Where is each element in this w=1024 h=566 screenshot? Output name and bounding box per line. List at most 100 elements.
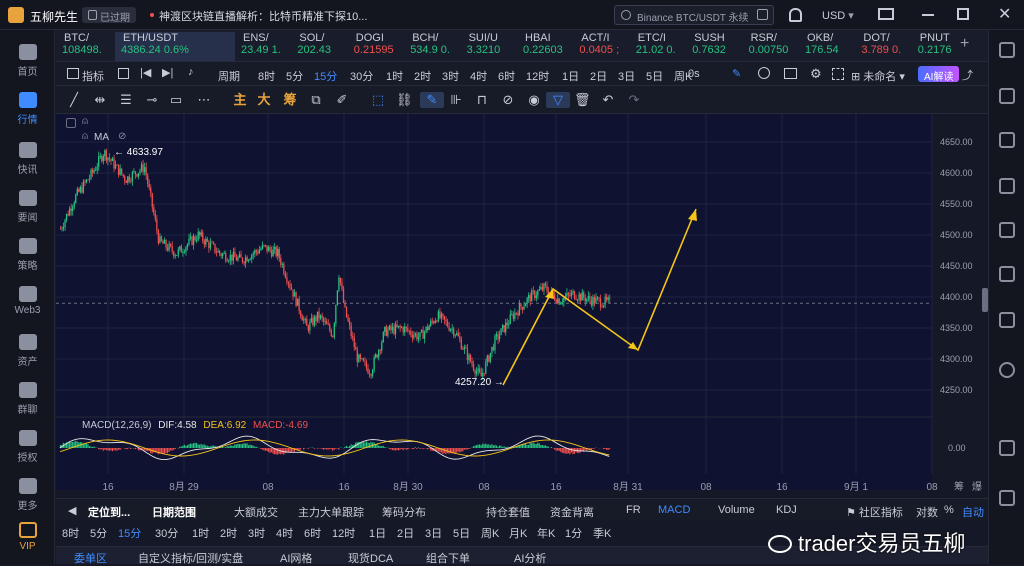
- percent-scale-toggle[interactable]: %: [944, 504, 954, 516]
- link-icon[interactable]: [999, 312, 1015, 328]
- big-orders-toggle[interactable]: 大: [256, 92, 272, 108]
- period-14[interactable]: 5日: [646, 68, 663, 84]
- period-7[interactable]: 3时: [442, 68, 459, 84]
- ma-label[interactable]: MA: [94, 132, 109, 143]
- timeframe-12[interactable]: 3日: [425, 525, 442, 541]
- period-1[interactable]: 8时: [258, 68, 275, 84]
- kline-chart[interactable]: 4650.004600.004550.004500.004450.004400.…: [56, 114, 988, 494]
- nav-item-0[interactable]: 首页: [0, 44, 55, 78]
- expired-badge[interactable]: 已过期: [82, 7, 136, 23]
- nav-item-9[interactable]: 更多: [0, 478, 55, 512]
- indicator-tab-7[interactable]: Volume: [718, 504, 755, 516]
- timeframe-7[interactable]: 4时: [276, 525, 293, 541]
- link-icon[interactable]: ⛓: [396, 92, 412, 108]
- timeframe-8[interactable]: 6时: [304, 525, 321, 541]
- cursor-icon[interactable]: ⬚: [370, 92, 386, 108]
- indicator-tab-3[interactable]: 持仓套值: [486, 504, 530, 520]
- edit-icon[interactable]: ✎: [732, 67, 741, 80]
- orderbook-icon[interactable]: [999, 88, 1015, 104]
- timeframe-0[interactable]: 8时: [62, 525, 79, 541]
- visibility-icon[interactable]: ⍝: [82, 116, 88, 127]
- filter-icon[interactable]: ▽: [546, 92, 570, 108]
- period-10[interactable]: 12时: [526, 68, 549, 84]
- ticker-1[interactable]: ETH/USDT4386.24 0.6%: [115, 32, 235, 61]
- alarm-icon[interactable]: [758, 67, 770, 79]
- timeframe-2[interactable]: 15分: [118, 525, 141, 541]
- period-12[interactable]: 2日: [590, 68, 607, 84]
- alert-icon[interactable]: ⍝: [82, 131, 88, 142]
- period-2[interactable]: 5分: [286, 68, 303, 84]
- expand-icon[interactable]: [757, 9, 768, 20]
- timeframe-18[interactable]: 季K: [593, 525, 611, 541]
- magnet-icon[interactable]: ✎: [420, 92, 444, 108]
- eye-icon[interactable]: ◉: [526, 92, 542, 108]
- close-icon[interactable]: ✕: [998, 4, 1011, 24]
- period-8[interactable]: 4时: [470, 68, 487, 84]
- undo-icon[interactable]: ↶: [600, 92, 616, 108]
- period-11[interactable]: 1日: [562, 68, 579, 84]
- ticker-12[interactable]: OKB/176.54: [799, 32, 855, 61]
- ticker-9[interactable]: ETC/I21.02 0.: [630, 32, 686, 61]
- trash-icon[interactable]: 🗑: [574, 92, 590, 108]
- calculator-icon[interactable]: [999, 490, 1015, 506]
- screenshot-icon[interactable]: [784, 68, 797, 79]
- ticker-0[interactable]: BTC/108498.: [56, 32, 112, 61]
- hide-ma-icon[interactable]: ⊘: [118, 131, 126, 142]
- timeframe-9[interactable]: 12时: [332, 525, 355, 541]
- nav-item-3[interactable]: 要闻: [0, 190, 55, 224]
- timeframe-16[interactable]: 年K: [537, 525, 555, 541]
- macd-name[interactable]: MACD(12,26,9): [82, 420, 151, 431]
- price-axis-handle[interactable]: [982, 288, 988, 312]
- timeframe-1[interactable]: 5分: [90, 525, 107, 541]
- ticker-3[interactable]: SOL/202.43: [291, 32, 347, 61]
- main-chart-toggle[interactable]: 主: [232, 92, 248, 108]
- period-9[interactable]: 6时: [498, 68, 515, 84]
- nav-item-10[interactable]: VIP: [0, 522, 55, 552]
- refresh-icon[interactable]: [999, 362, 1015, 378]
- community-indicator[interactable]: ⚑ 社区指标: [846, 504, 903, 520]
- collapse-icon[interactable]: [66, 118, 76, 128]
- timeframe-3[interactable]: 30分: [155, 525, 178, 541]
- log-scale-toggle[interactable]: 对数: [916, 504, 938, 520]
- period-4[interactable]: 30分: [350, 68, 373, 84]
- nav-item-5[interactable]: Web3: [0, 286, 55, 316]
- lock-icon[interactable]: ⊓: [474, 92, 490, 108]
- indicator-tab-0[interactable]: 大额成交: [234, 504, 278, 520]
- period-0[interactable]: 周期: [218, 68, 240, 84]
- calendar-icon[interactable]: [999, 440, 1015, 456]
- period-6[interactable]: 2时: [414, 68, 431, 84]
- hide-icon[interactable]: ⊘: [500, 92, 516, 108]
- nav-item-8[interactable]: 授权: [0, 430, 55, 464]
- layout-icon[interactable]: [999, 42, 1015, 58]
- auto-scale-toggle[interactable]: 自动: [962, 504, 984, 520]
- nav-item-7[interactable]: 群聊: [0, 382, 55, 416]
- ticker-8[interactable]: ACT/I0.0405 ;: [573, 32, 629, 61]
- horizontal-line-icon[interactable]: ⇹: [92, 92, 108, 108]
- parallel-channel-icon[interactable]: ☰: [118, 92, 134, 108]
- maximize-icon[interactable]: [957, 8, 969, 20]
- mail-icon[interactable]: [878, 8, 894, 20]
- step-forward-icon[interactable]: ▶|: [162, 66, 173, 79]
- timeframe-6[interactable]: 3时: [248, 525, 265, 541]
- kline-chart-svg[interactable]: 4650.004600.004550.004500.004450.004400.…: [56, 114, 988, 494]
- timeframe-11[interactable]: 2日: [397, 525, 414, 541]
- date-range-button[interactable]: 日期范围: [152, 504, 196, 520]
- ticker-13[interactable]: DOT/3.789 0.: [855, 32, 911, 61]
- redo-icon[interactable]: ↷: [626, 92, 642, 108]
- brush-icon[interactable]: ✐: [334, 92, 350, 108]
- minimize-icon[interactable]: [922, 14, 934, 16]
- copy-icon[interactable]: ⧉: [308, 92, 324, 108]
- nav-item-2[interactable]: 快讯: [0, 142, 55, 176]
- currency-select[interactable]: USD ▾: [822, 9, 854, 22]
- sound-icon[interactable]: ♪: [188, 66, 194, 78]
- timeframe-10[interactable]: 1日: [369, 525, 386, 541]
- trades-icon[interactable]: [999, 132, 1015, 148]
- measure-icon[interactable]: ⊪: [448, 92, 464, 108]
- bell-icon[interactable]: [789, 8, 802, 22]
- ai-button[interactable]: AI解读: [918, 66, 959, 82]
- locate-button[interactable]: 定位到...: [88, 504, 130, 520]
- settings-icon[interactable]: ⚙: [810, 66, 822, 82]
- nav-item-1[interactable]: 行情: [0, 92, 55, 126]
- ticker-6[interactable]: SUI/U3.3210: [461, 32, 517, 61]
- step-back-icon[interactable]: |◀: [140, 66, 151, 79]
